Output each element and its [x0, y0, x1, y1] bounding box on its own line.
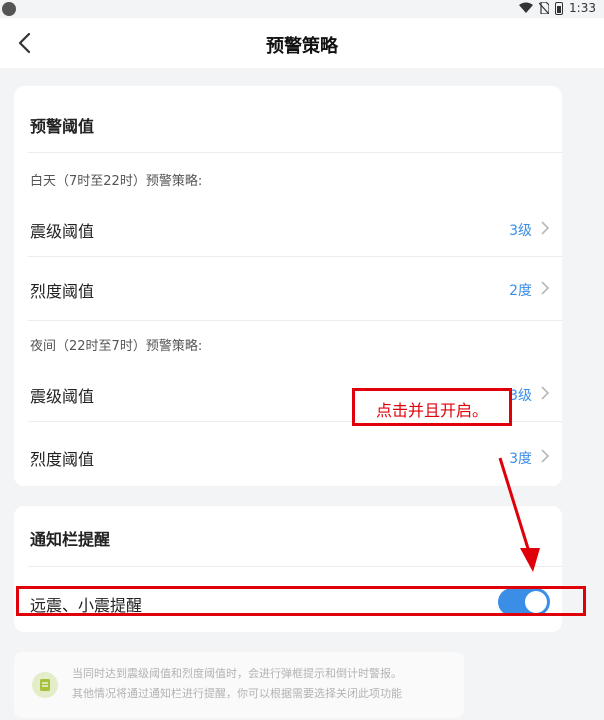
day-magnitude-label: 震级阈值 [30, 222, 95, 241]
divider [28, 152, 562, 153]
chevron-right-icon [541, 386, 550, 400]
tip-line-1: 当同时达到震级阈值和烈度阈值时，会进行弹框提示和倒计时警报。 [72, 667, 402, 680]
night-strategy-label: 夜间（22时至7时）预警策略: [30, 339, 203, 354]
wifi-icon [519, 2, 534, 13]
status-indicator-icon [2, 2, 16, 16]
divider [28, 566, 562, 567]
no-sim-icon [539, 2, 550, 14]
tip-text: 当同时达到震级阈值和烈度阈值时，会进行弹框提示和倒计时警报。 其他情况将通过通知… [72, 664, 454, 704]
battery-icon [555, 1, 564, 15]
night-intensity-value: 3度 [509, 451, 532, 467]
day-intensity-row[interactable]: 烈度阈值 2度 [14, 266, 562, 310]
status-right: 1:33 [519, 1, 596, 15]
night-intensity-row[interactable]: 烈度阈值 3度 [14, 434, 562, 478]
status-time: 1:33 [569, 1, 596, 15]
page-title: 预警策略 [266, 36, 338, 57]
divider [28, 256, 562, 257]
notify-section-title: 通知栏提醒 [30, 530, 111, 549]
night-intensity-label: 烈度阈值 [30, 450, 95, 469]
info-doc-icon [32, 672, 58, 698]
chevron-right-icon [541, 221, 550, 235]
chevron-right-icon [541, 449, 550, 463]
nav-bar: 预警策略 [0, 18, 604, 68]
night-magnitude-value: 3级 [509, 388, 532, 404]
day-magnitude-value: 3级 [509, 223, 532, 239]
divider [28, 320, 562, 321]
day-strategy-label: 白天（7时至22时）预警策略: [30, 174, 203, 189]
tip-line-2: 其他情况将通过通知栏进行提醒，你可以根据需要选择关闭此项功能 [72, 687, 402, 700]
status-bar: 1:33 [0, 0, 604, 18]
day-magnitude-row[interactable]: 震级阈值 3级 [14, 206, 562, 250]
annotation-text: 点击并且开启。 [375, 401, 488, 420]
threshold-card: 预警阈值 白天（7时至22时）预警策略: 震级阈值 3级 烈度阈值 2度 夜间（… [14, 86, 562, 486]
threshold-section-title: 预警阈值 [30, 117, 95, 136]
day-intensity-label: 烈度阈值 [30, 282, 95, 301]
annotation-highlight-box [16, 586, 586, 616]
annotation-callout: 点击并且开启。 [352, 388, 512, 426]
chevron-right-icon [541, 281, 550, 295]
tip-card: 当同时达到震级阈值和烈度阈值时，会进行弹框提示和倒计时警报。 其他情况将通过通知… [14, 652, 464, 718]
day-intensity-value: 2度 [509, 283, 532, 299]
night-magnitude-label: 震级阈值 [30, 387, 95, 406]
